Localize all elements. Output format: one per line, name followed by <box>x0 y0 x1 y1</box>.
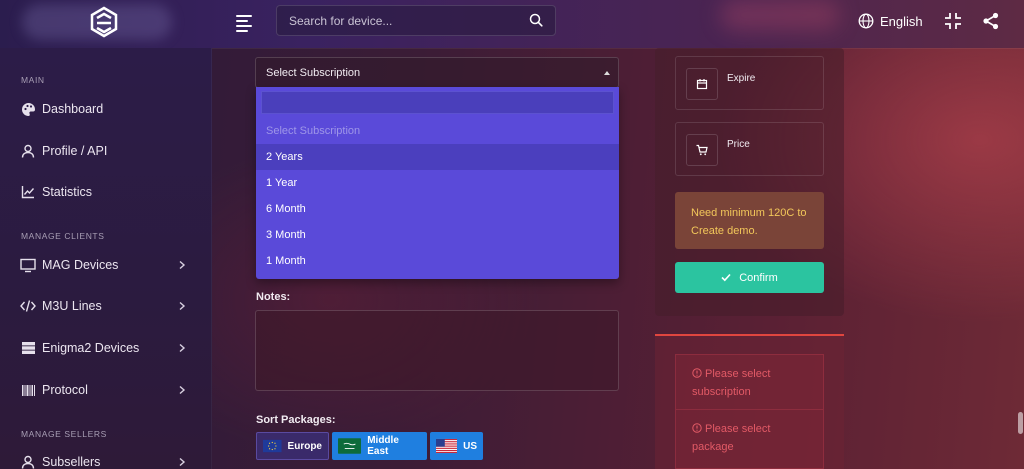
sidebar-item-enigma2-devices[interactable]: Enigma2 Devices <box>20 336 192 360</box>
sidebar-item-label: M3U Lines <box>42 299 102 313</box>
subscription-select[interactable]: Select Subscription <box>255 57 619 88</box>
sidebar-item-subsellers[interactable]: Subsellers <box>20 450 192 469</box>
language-label: English <box>880 13 923 29</box>
chevron-right-icon <box>179 457 186 467</box>
sidebar-item-mag-devices[interactable]: MAG Devices <box>20 253 192 277</box>
sidebar: MAIN Dashboard Profile / API Statistics … <box>0 48 212 469</box>
package-label: Europe <box>287 440 322 452</box>
search-icon[interactable] <box>529 13 543 27</box>
top-bar: English <box>0 0 1024 48</box>
subscription-select-value: Select Subscription <box>266 67 361 79</box>
dropdown-option-2-years[interactable]: 2 Years <box>256 144 619 170</box>
sidebar-item-label: Profile / API <box>42 144 108 158</box>
brand-logo-icon[interactable] <box>88 6 120 38</box>
sidebar-item-label: MAG Devices <box>42 258 119 272</box>
package-us-button[interactable]: US <box>430 432 483 460</box>
sidebar-item-label: Statistics <box>42 185 93 199</box>
error-subscription: Please select subscription <box>675 354 824 410</box>
section-manage-clients: MANAGE CLIENTS <box>21 231 105 241</box>
chevron-right-icon <box>179 343 186 353</box>
dropdown-option-3-month[interactable]: 3 Month <box>256 222 619 248</box>
dropdown-option-1-year[interactable]: 1 Year <box>256 170 619 196</box>
error-package: Please select package <box>675 410 824 469</box>
user-icon <box>20 454 36 469</box>
price-box: Price <box>675 122 824 176</box>
package-label: US <box>463 440 477 452</box>
sidebar-item-label: Subsellers <box>42 455 101 469</box>
calendar-icon <box>686 68 718 100</box>
search-input[interactable] <box>277 6 507 35</box>
package-label: Middle East <box>367 435 399 457</box>
sidebar-item-profile-api[interactable]: Profile / API <box>20 139 192 163</box>
collapse-fullscreen-icon[interactable] <box>944 12 962 30</box>
package-europe-button[interactable]: Europe <box>256 432 329 460</box>
saudi-flag-icon <box>338 438 362 454</box>
notes-label: Notes: <box>256 291 291 303</box>
dropdown-option-6-month[interactable]: 6 Month <box>256 196 619 222</box>
dropdown-option-placeholder[interactable]: Select Subscription <box>256 118 619 144</box>
code-icon <box>20 298 36 314</box>
barcode-icon <box>20 382 36 398</box>
globe-icon <box>858 13 874 29</box>
chevron-right-icon <box>179 260 186 270</box>
eu-flag-icon <box>263 439 282 453</box>
chart-line-icon <box>20 184 36 200</box>
sidebar-item-label: Enigma2 Devices <box>42 341 140 355</box>
subscription-dropdown: Select Subscription 2 Years 1 Year 6 Mon… <box>256 87 619 279</box>
user-icon <box>20 143 36 159</box>
us-flag-icon <box>436 438 458 454</box>
expire-label: Expire <box>727 73 756 84</box>
dropdown-search-input[interactable] <box>261 91 614 114</box>
credit-warning: Need minimum 120C to Create demo. <box>675 192 824 249</box>
page-scrollbar[interactable] <box>1018 412 1023 434</box>
monitor-icon <box>20 257 36 273</box>
palette-icon <box>20 101 36 117</box>
check-icon <box>721 273 731 282</box>
share-icon[interactable] <box>982 12 1000 30</box>
error-text: Please select package <box>692 423 771 453</box>
device-search <box>276 5 556 36</box>
sidebar-item-dashboard[interactable]: Dashboard <box>20 97 192 121</box>
section-manage-sellers: MANAGE SELLERS <box>21 429 107 439</box>
sidebar-item-label: Dashboard <box>42 102 104 116</box>
expire-box: Expire <box>675 56 824 110</box>
confirm-label: Confirm <box>739 271 778 284</box>
package-middle-east-button[interactable]: Middle East <box>332 432 427 460</box>
sidebar-item-m3u-lines[interactable]: M3U Lines <box>20 294 192 318</box>
error-text: Please select subscription <box>692 368 771 398</box>
server-icon <box>20 340 36 356</box>
chevron-right-icon <box>179 301 186 311</box>
caret-up-icon <box>604 71 610 75</box>
notes-textarea[interactable] <box>255 310 619 391</box>
info-circle-icon <box>692 423 702 433</box>
sort-packages-label: Sort Packages: <box>256 414 336 426</box>
sidebar-item-statistics[interactable]: Statistics <box>20 180 192 204</box>
price-label: Price <box>727 139 750 150</box>
dropdown-option-1-month[interactable]: 1 Month <box>256 248 619 274</box>
sidebar-item-label: Protocol <box>42 383 88 397</box>
menu-toggle-icon[interactable] <box>236 12 256 32</box>
section-main: MAIN <box>21 75 45 85</box>
language-selector[interactable]: English <box>858 11 923 31</box>
sidebar-item-protocol[interactable]: Protocol <box>20 378 192 402</box>
info-circle-icon <box>692 368 702 378</box>
chevron-right-icon <box>179 385 186 395</box>
cart-icon <box>686 134 718 166</box>
header-glow <box>720 0 840 30</box>
confirm-button[interactable]: Confirm <box>675 262 824 293</box>
